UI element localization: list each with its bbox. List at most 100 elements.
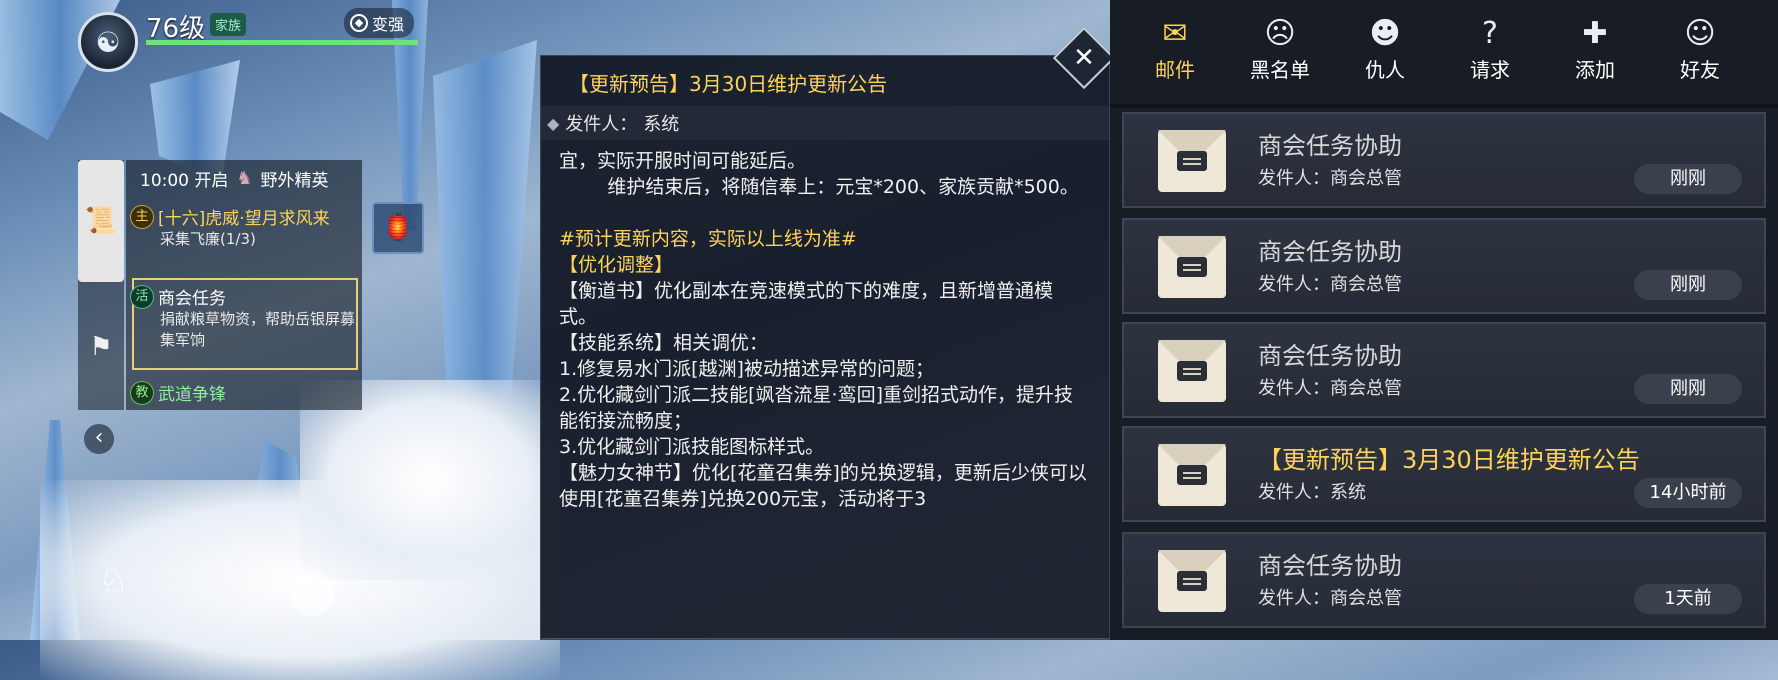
horse-mount-icon[interactable]: ♘ — [98, 560, 128, 600]
ice-crystal — [433, 40, 537, 400]
quest-item-teach[interactable]: 教武道争锋 — [130, 380, 358, 405]
mail-detail-sender: ◆ 发件人： 系统 — [541, 106, 1109, 140]
quest-tracker: 10:00 开启 ♞ 野外精英 主 [十六]虎威·望月求风来 采集飞廉(1/3) … — [126, 160, 362, 410]
quest-item-slot[interactable]: 🏮 — [372, 202, 424, 254]
mail-sender: 发件人：商会总管 — [1258, 168, 1402, 189]
tab-mail[interactable]: ✉ 邮件 — [1130, 14, 1220, 83]
request-icon: ? — [1482, 16, 1498, 51]
snow-mound — [300, 380, 560, 580]
friend-icon: ☺ — [1684, 16, 1716, 51]
mail-time: 刚刚 — [1634, 374, 1742, 404]
mail-body-line: 【魅力女神节】优化[花童召集券]的兑换逻辑，更新后少侠可以使用[花童召集券]兑换… — [559, 462, 1087, 510]
mail-subject: 【更新预告】3月30日维护更新公告 — [1258, 446, 1640, 474]
mail-body-line: 宜，实际开服时间可能延后。 — [559, 150, 807, 172]
player-avatar[interactable]: ☯ — [78, 12, 138, 72]
sect-emblem-icon: ☯ — [95, 25, 121, 59]
mail-detail-body[interactable]: 宜，实际开服时间可能延后。 维护结束后，将随信奉上：元宝*200、家族贡献*50… — [559, 148, 1089, 636]
quest-item-main[interactable]: 主 [十六]虎威·望月求风来 采集飞廉(1/3) — [130, 204, 358, 250]
tab-friends[interactable]: ☺ 好友 — [1655, 14, 1745, 83]
mail-subject: 商会任务协助 — [1258, 342, 1402, 370]
envelope-icon — [1158, 550, 1226, 612]
tab-blacklist[interactable]: ☹ 黑名单 — [1235, 14, 1325, 83]
sender-label: 发件人： — [565, 114, 638, 135]
mail-body-line: 【衡道书】优化副本在竞速模式的下的难度，且新增普通模式。 — [559, 280, 1054, 328]
mail-time: 刚刚 — [1634, 164, 1742, 194]
quest-item-activity[interactable]: 活商会任务 捐献粮草物资，帮助岳银屏募集军饷 — [130, 284, 358, 351]
joystick[interactable] — [290, 572, 334, 616]
tab-enemy[interactable]: ☻ 仇人 — [1340, 14, 1430, 83]
event-time: 10:00 开启 — [140, 171, 229, 191]
mail-sender: 发件人：系统 — [1258, 482, 1366, 503]
tab-label: 仇人 — [1365, 58, 1405, 82]
tab-quests[interactable]: 📜 — [78, 160, 124, 282]
mail-subject: 商会任务协助 — [1258, 132, 1402, 160]
lantern-item-icon: 🏮 — [381, 213, 415, 243]
quest-title: 商会任务 — [158, 289, 226, 309]
divider — [541, 638, 1109, 639]
clan-badge[interactable]: 家族 — [210, 13, 247, 36]
mail-time: 刚刚 — [1634, 270, 1742, 300]
mail-body-line: 1.修复易水门派[越渊]被动描述异常的问题； — [559, 358, 934, 380]
flag-icon: ⚑ — [89, 332, 113, 362]
mail-sender: 发件人：商会总管 — [1258, 274, 1402, 295]
strengthen-button[interactable]: ◆ 变强 — [344, 8, 415, 38]
mail-subject: 商会任务协助 — [1258, 552, 1402, 580]
quest-title: [十六]虎威·望月求风来 — [158, 209, 330, 229]
blacklist-icon: ☹ — [1264, 16, 1296, 51]
xp-bar — [146, 40, 418, 45]
power-up-icon: ◆ — [350, 14, 368, 32]
envelope-icon — [1158, 444, 1226, 506]
mail-sender: 发件人：商会总管 — [1258, 378, 1402, 399]
mail-time: 1天前 — [1634, 584, 1742, 614]
envelope-icon — [1158, 340, 1226, 402]
tab-label: 请求 — [1470, 58, 1510, 82]
social-panel: ✉ 邮件 ☹ 黑名单 ☻ 仇人 ? 请求 ✚ 添加 ☺ 好友 商会任务协助 发件… — [1110, 0, 1778, 640]
collapse-tracker-button[interactable]: ‹ — [84, 424, 114, 454]
add-friend-icon: ✚ — [1582, 16, 1608, 51]
quest-tag-teach: 教 — [130, 380, 154, 405]
mail-subject: 商会任务协助 — [1258, 238, 1402, 266]
tab-request[interactable]: ? 请求 — [1445, 14, 1535, 83]
quest-objective: 捐献粮草物资，帮助岳银屏募集军饷 — [160, 310, 356, 349]
quest-tracker-tabs: 📜 ⚑ — [78, 160, 124, 410]
sender-name: 系统 — [643, 114, 680, 135]
field-elite-event[interactable]: 10:00 开启 ♞ 野外精英 — [140, 166, 329, 191]
mail-body-line — [559, 200, 1089, 226]
mail-icon: ✉ — [1162, 16, 1188, 51]
quest-objective: 采集飞廉(1/3) — [160, 230, 256, 248]
quest-title: 武道争锋 — [158, 385, 226, 405]
mail-body-line: 2.优化藏剑门派二技能[飒沓流星·鸾回]重剑招式动作，提升技能衔接流畅度； — [559, 384, 1073, 432]
tab-add[interactable]: ✚ 添加 — [1550, 14, 1640, 83]
mail-body-line: 【技能系统】相关调优： — [559, 332, 769, 354]
envelope-icon — [1158, 236, 1226, 298]
mail-body-line: 3.优化藏剑门派技能图标样式。 — [559, 436, 825, 458]
mail-list-item[interactable]: 商会任务协助 发件人：商会总管 刚刚 — [1122, 322, 1766, 418]
xp-bar-fill — [146, 40, 418, 45]
mail-body-line: 维护结束后，将随信奉上：元宝*200、家族贡献*500。 — [559, 176, 1079, 198]
mail-list-item[interactable]: 商会任务协助 发件人：商会总管 刚刚 — [1122, 112, 1766, 208]
divider — [1110, 104, 1778, 108]
mail-body-line: 【优化调整】 — [559, 254, 674, 276]
mail-list-item[interactable]: 商会任务协助 发件人：商会总管 刚刚 — [1122, 218, 1766, 314]
elite-monster-icon: ♞ — [236, 168, 253, 189]
tab-label: 邮件 — [1155, 58, 1195, 82]
quest-tag-activity: 活 — [130, 284, 154, 309]
tab-team[interactable]: ⚑ — [78, 286, 124, 408]
tab-label: 添加 — [1575, 58, 1615, 82]
quest-tag-main: 主 — [130, 204, 154, 229]
strengthen-label: 变强 — [372, 15, 405, 34]
mail-detail-title: 【更新预告】3月30日维护更新公告 — [569, 72, 888, 96]
tab-label: 好友 — [1680, 58, 1720, 82]
scroll-icon: 📜 — [84, 206, 118, 236]
close-icon: ✕ — [1073, 43, 1095, 73]
mail-detail-panel: 【更新预告】3月30日维护更新公告 ◆ 发件人： 系统 宜，实际开服时间可能延后… — [540, 55, 1110, 640]
envelope-icon — [1158, 130, 1226, 192]
enemy-icon: ☻ — [1369, 16, 1401, 51]
mail-body-line: #预计更新内容，实际以上线为准# — [559, 228, 857, 250]
event-name: 野外精英 — [260, 171, 329, 191]
mail-sender: 发件人：商会总管 — [1258, 588, 1402, 609]
mail-list-item[interactable]: 商会任务协助 发件人：商会总管 1天前 — [1122, 532, 1766, 628]
sender-icon: ◆ — [547, 113, 560, 133]
mail-list-item-selected[interactable]: 【更新预告】3月30日维护更新公告 发件人：系统 14小时前 — [1122, 426, 1766, 522]
chevron-left-icon: ‹ — [94, 425, 104, 450]
